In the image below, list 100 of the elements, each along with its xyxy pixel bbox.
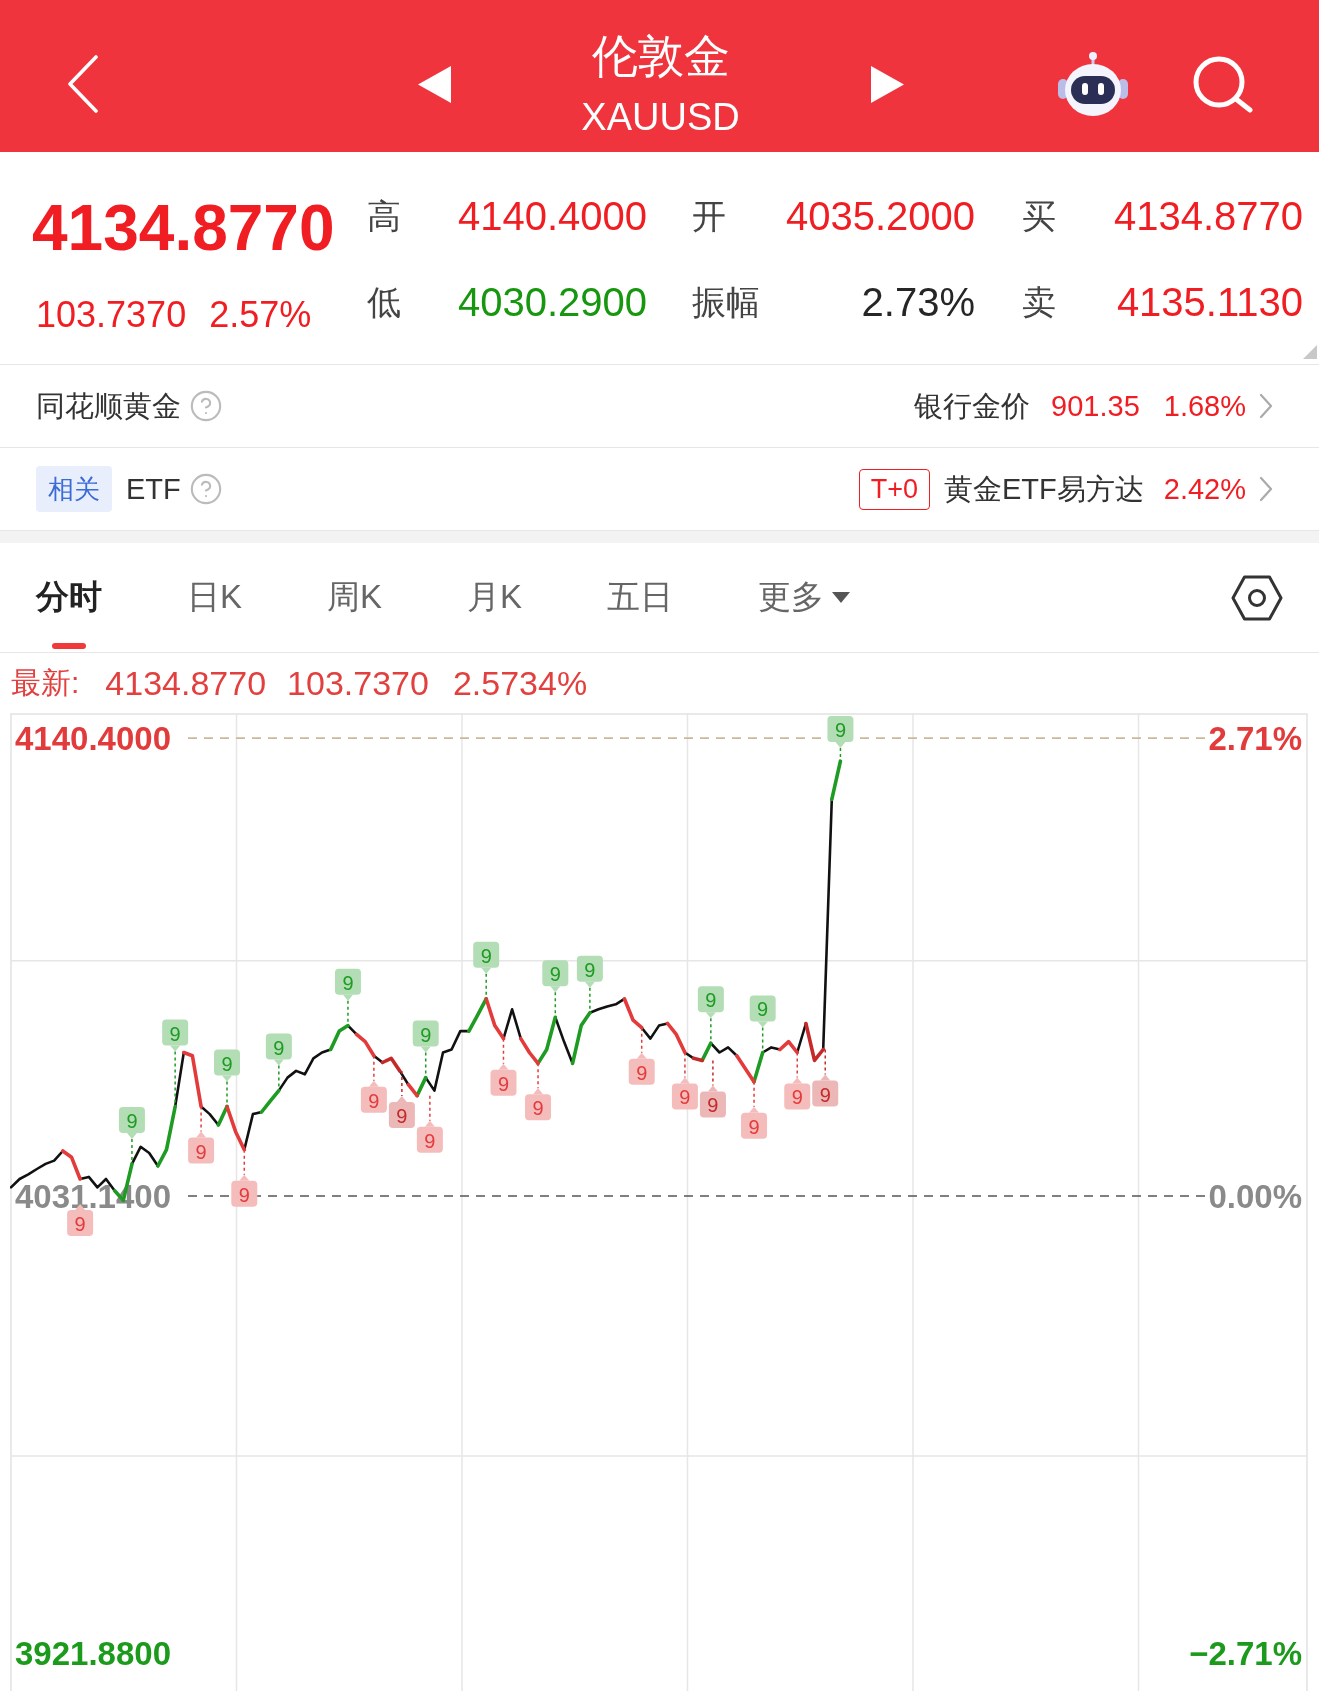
annotation: 9 <box>584 958 596 981</box>
period-tab[interactable]: 月K <box>467 578 523 652</box>
latest-change-percent: 2.5734% <box>452 663 588 703</box>
marker-leader-line <box>226 1080 228 1108</box>
annotation: 9 <box>480 944 492 967</box>
stat-value: 4140.4000 <box>457 193 647 239</box>
period-tab[interactable]: 分时 <box>36 578 102 652</box>
annotation: 9 <box>221 1052 233 1075</box>
marker-leader-line <box>243 1148 246 1176</box>
marker-leader-line <box>761 1026 764 1054</box>
bank-price-label: 银行金价 <box>914 389 1031 424</box>
robot-icon[interactable] <box>1057 51 1129 117</box>
annotation: 9 <box>834 719 846 741</box>
percent-axis-label: 2.71% <box>1208 719 1302 757</box>
marker-leader-line <box>712 1059 714 1087</box>
marker-leader-line <box>710 1017 712 1044</box>
annotation: 9 <box>819 1083 831 1106</box>
row-title: ETF <box>126 472 181 507</box>
stat-label: 高 <box>367 196 401 236</box>
instrument-name: 伦敦金 <box>591 29 730 83</box>
annotation: 9 <box>497 1072 510 1095</box>
annotation: 9 <box>420 1023 432 1046</box>
annotation: 9 <box>424 1129 436 1152</box>
marker-leader-line <box>174 1050 176 1108</box>
stat-label: 开 <box>692 196 726 236</box>
period-tab[interactable]: 日K <box>187 578 242 652</box>
period-tab[interactable]: 五日 <box>607 578 674 652</box>
marker-leader-line <box>537 1062 539 1090</box>
price-axis-label: 4140.4000 <box>15 719 171 757</box>
bank-price-change: 1.68% <box>1163 389 1246 424</box>
marker-leader-line <box>554 991 557 1018</box>
marker-leader-line <box>684 1051 686 1079</box>
change-percent: 2.57% <box>209 295 312 335</box>
annotation: 9 <box>791 1086 803 1109</box>
settings-icon[interactable] <box>1231 574 1283 621</box>
stat-value: 4030.2900 <box>457 279 647 325</box>
period-tab[interactable]: 周K <box>327 578 383 652</box>
price-change: 103.7370 <box>36 295 187 335</box>
marker-leader-line <box>131 1138 133 1165</box>
back-icon[interactable] <box>67 55 99 113</box>
stat-value: 4035.2000 <box>785 193 975 239</box>
latest-change: 103.7370 <box>287 663 429 703</box>
marker-leader-line <box>824 1048 826 1076</box>
caret-down-icon <box>832 592 851 603</box>
annotation: 9 <box>273 1036 285 1059</box>
triangle-left-icon[interactable] <box>417 65 451 103</box>
latest-label: 最新: <box>11 665 80 701</box>
marker-leader-line <box>373 1055 375 1082</box>
stat-value: 4134.8770 <box>1113 193 1303 239</box>
annotation: 9 <box>679 1086 691 1109</box>
marker-leader-line <box>839 747 842 762</box>
marker-leader-line <box>485 973 487 1000</box>
percent-axis-label: 0.00% <box>1208 1177 1302 1215</box>
annotation: 9 <box>532 1097 544 1120</box>
settlement-tag: T+0 <box>858 468 930 510</box>
annotation: 9 <box>636 1061 648 1084</box>
stat-label: 振幅 <box>692 282 760 322</box>
annotation: 9 <box>705 989 717 1012</box>
latest-price: 4134.8770 <box>105 663 267 703</box>
annotation: 9 <box>195 1140 207 1163</box>
annotation: 9 <box>368 1089 380 1112</box>
more-menu-tab[interactable]: 更多 <box>758 578 851 652</box>
annotation: 9 <box>169 1022 181 1045</box>
fund-name: 黄金ETF易方达 <box>944 472 1144 507</box>
instrument-code: XAUUSD <box>581 95 740 139</box>
marker-leader-line <box>401 1070 403 1097</box>
annotation: 9 <box>74 1213 86 1236</box>
triangle-right-icon[interactable] <box>870 65 904 103</box>
annotation: 9 <box>396 1104 408 1127</box>
bank-price-value: 901.35 <box>1051 389 1140 424</box>
marker-leader-line <box>753 1081 755 1108</box>
annotation: 9 <box>757 998 769 1021</box>
annotation: 9 <box>549 963 561 986</box>
marker-leader-line <box>424 1051 427 1079</box>
annotation: 9 <box>707 1094 719 1117</box>
marker-leader-line <box>502 1037 505 1065</box>
stat-value: 4135.1130 <box>1116 279 1303 325</box>
chevron-right-icon[interactable] <box>1259 476 1273 502</box>
stat-label: 低 <box>367 282 401 322</box>
row-title: 同花顺黄金 <box>36 389 181 424</box>
marker-leader-line <box>200 1105 202 1133</box>
annotation: 9 <box>126 1109 138 1132</box>
stat-label: 卖 <box>1022 282 1056 322</box>
last-price: 4134.8770 <box>32 193 336 263</box>
percent-axis-label: −2.71% <box>1189 1635 1302 1673</box>
annotation: 9 <box>748 1115 760 1138</box>
price-axis-label: 3921.8800 <box>15 1635 171 1673</box>
marker-leader-line <box>589 986 591 1014</box>
marker-leader-line <box>347 999 349 1027</box>
annotation: 9 <box>238 1183 250 1206</box>
search-icon[interactable] <box>1192 55 1254 113</box>
annotation: 9 <box>342 971 354 994</box>
stat-value: 2.73% <box>861 279 975 325</box>
chevron-right-icon[interactable] <box>1259 393 1273 419</box>
stat-label: 买 <box>1022 196 1056 236</box>
fund-change: 2.42% <box>1163 472 1246 507</box>
marker-leader-line <box>796 1051 798 1079</box>
marker-leader-line <box>640 1027 643 1054</box>
related-tag: 相关 <box>36 466 112 512</box>
marker-leader-line <box>429 1094 431 1122</box>
